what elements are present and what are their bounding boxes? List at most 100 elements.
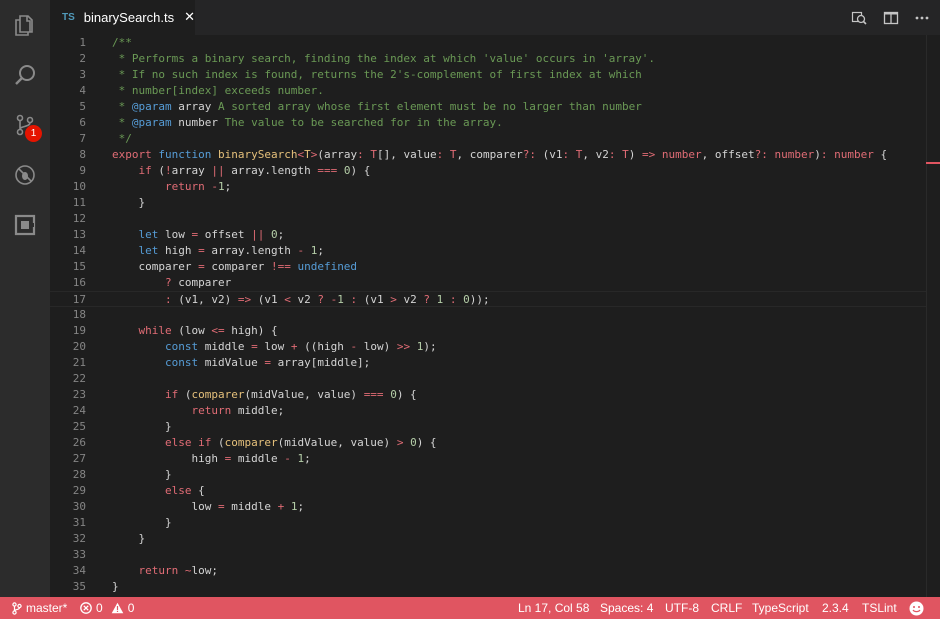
code-token: ); — [423, 340, 437, 353]
line-number: 32 — [72, 532, 86, 545]
line-number: 35 — [72, 580, 86, 593]
code-token: A sorted array whose first element must … — [211, 100, 642, 113]
code-token: * If no such index is found, returns the… — [112, 68, 642, 81]
code-line[interactable]: 26 else if (comparer(midValue, value) > … — [50, 435, 926, 451]
code-line[interactable]: 4 * number[index] exceeds number. — [50, 83, 926, 99]
line-number: 8 — [79, 148, 86, 161]
language-mode[interactable]: TypeScript — [752, 597, 809, 619]
code-line[interactable]: 18 — [50, 307, 926, 323]
code-line[interactable]: 11 } — [50, 195, 926, 211]
code-token: (v1, v2) — [171, 293, 238, 306]
code-line[interactable]: 10 return -1; — [50, 179, 926, 195]
line-number: 23 — [72, 388, 86, 401]
code-text: ? comparer — [112, 275, 231, 291]
tab-binarysearch[interactable]: TS binarySearch.ts ✕ — [50, 0, 195, 35]
code-line[interactable]: 9 if (!array || array.length === 0) { — [50, 163, 926, 179]
tabs-bar: TS binarySearch.ts ✕ — [50, 0, 940, 35]
line-number: 18 — [72, 308, 86, 321]
explorer-icon[interactable] — [0, 0, 50, 50]
code-token: middle — [198, 340, 252, 353]
error-count: 0 — [96, 601, 103, 615]
code-text: * If no such index is found, returns the… — [112, 67, 642, 83]
line-number: 7 — [79, 132, 86, 145]
code-text: let low = offset || 0; — [112, 227, 285, 243]
scrollbar[interactable] — [926, 35, 940, 597]
encoding[interactable]: UTF-8 — [665, 597, 699, 619]
code-text: high = middle - 1; — [112, 451, 310, 467]
line-number: 15 — [72, 260, 86, 273]
line-number: 28 — [72, 468, 86, 481]
code-token: midValue — [198, 356, 265, 369]
code-line[interactable]: 24 return middle; — [50, 403, 926, 419]
more-actions-icon[interactable] — [910, 6, 934, 30]
code-token: while — [138, 324, 172, 337]
feedback-smiley-icon[interactable] — [909, 597, 928, 619]
code-line[interactable]: 29 else { — [50, 483, 926, 499]
code-token: number — [171, 116, 218, 129]
code-token: } — [112, 196, 146, 209]
code-token: (v1 — [357, 293, 391, 306]
code-token: 1 — [217, 180, 225, 193]
code-line[interactable]: 23 if (comparer(midValue, value) === 0) … — [50, 387, 926, 403]
code-line[interactable]: 31 } — [50, 515, 926, 531]
code-line[interactable]: 28 } — [50, 467, 926, 483]
indentation[interactable]: Spaces: 4 — [600, 597, 653, 619]
source-control-icon[interactable]: 1 — [0, 100, 50, 150]
code-line[interactable]: 22 — [50, 371, 926, 387]
code-token: high) { — [224, 324, 278, 337]
code-line[interactable]: 14 let high = array.length - 1; — [50, 243, 926, 259]
open-preview-icon[interactable] — [847, 6, 871, 30]
code-line[interactable]: 33 — [50, 547, 926, 563]
code-line[interactable]: 13 let low = offset || 0; — [50, 227, 926, 243]
code-line[interactable]: 5 * @param array A sorted array whose fi… — [50, 99, 926, 115]
code-token: offset — [198, 228, 252, 241]
problems-indicator[interactable]: 0 0 — [80, 597, 134, 619]
code-line[interactable]: 34 return ~low; — [50, 563, 926, 579]
code-line[interactable]: 1 /** — [50, 35, 926, 51]
code-line[interactable]: 20 const middle = low + ((high - low) >>… — [50, 339, 926, 355]
code-line[interactable]: 12 — [50, 211, 926, 227]
code-token: comparer — [204, 260, 271, 273]
code-token: } — [112, 580, 119, 593]
code-line[interactable]: 32 } — [50, 531, 926, 547]
branch-indicator[interactable]: master* — [12, 597, 67, 619]
code-line[interactable]: 16 ? comparer — [50, 275, 926, 291]
code-line[interactable]: 3 * If no such index is found, returns t… — [50, 67, 926, 83]
code-editor[interactable]: 1 /** 2 * Performs a binary search, findin… — [50, 35, 940, 597]
line-number: 34 — [72, 564, 86, 577]
code-line[interactable]: 2 * Performs a binary search, finding th… — [50, 51, 926, 67]
extensions-icon[interactable] — [0, 200, 50, 250]
code-token: (midValue, value) — [244, 388, 364, 401]
code-line[interactable]: 25 } — [50, 419, 926, 435]
code-token: || — [211, 164, 225, 177]
code-token: ( — [211, 436, 225, 449]
cursor-position[interactable]: Ln 17, Col 58 — [518, 597, 589, 619]
code-token: ((high — [297, 340, 351, 353]
close-icon[interactable]: ✕ — [184, 11, 195, 24]
code-token: ( — [535, 148, 550, 161]
code-line[interactable]: 19 while (low <= high) { — [50, 323, 926, 339]
debug-icon[interactable] — [0, 150, 50, 200]
code-line[interactable]: 21 const midValue = array[middle]; — [50, 355, 926, 371]
split-editor-icon[interactable] — [879, 6, 903, 30]
code-token: high — [112, 452, 225, 465]
line-ending[interactable]: CRLF — [711, 597, 742, 619]
code-token: @param — [131, 116, 172, 129]
code-line[interactable]: 15 comparer = comparer !== undefined — [50, 259, 926, 275]
code-text: while (low <= high) { — [112, 323, 278, 339]
line-number: 30 — [72, 500, 86, 513]
code-line[interactable]: 27 high = middle - 1; — [50, 451, 926, 467]
linter-status[interactable]: TSLint — [862, 597, 897, 619]
code-line[interactable]: 30 low = middle + 1; — [50, 499, 926, 515]
line-number: 24 — [72, 404, 86, 417]
code-line[interactable]: 35} — [50, 579, 926, 595]
typescript-version[interactable]: 2.3.4 — [822, 597, 849, 619]
code-line[interactable]: 7 */ — [50, 131, 926, 147]
code-line[interactable]: 17 : (v1, v2) => (v1 < v2 ? -1 : (v1 > v… — [50, 291, 926, 307]
code-line[interactable]: 8 export function binarySearch<T>(array: … — [50, 147, 926, 163]
search-icon[interactable] — [0, 50, 50, 100]
code-line[interactable]: 6 * @param number The value to be search… — [50, 115, 926, 131]
line-number: 13 — [72, 228, 86, 241]
